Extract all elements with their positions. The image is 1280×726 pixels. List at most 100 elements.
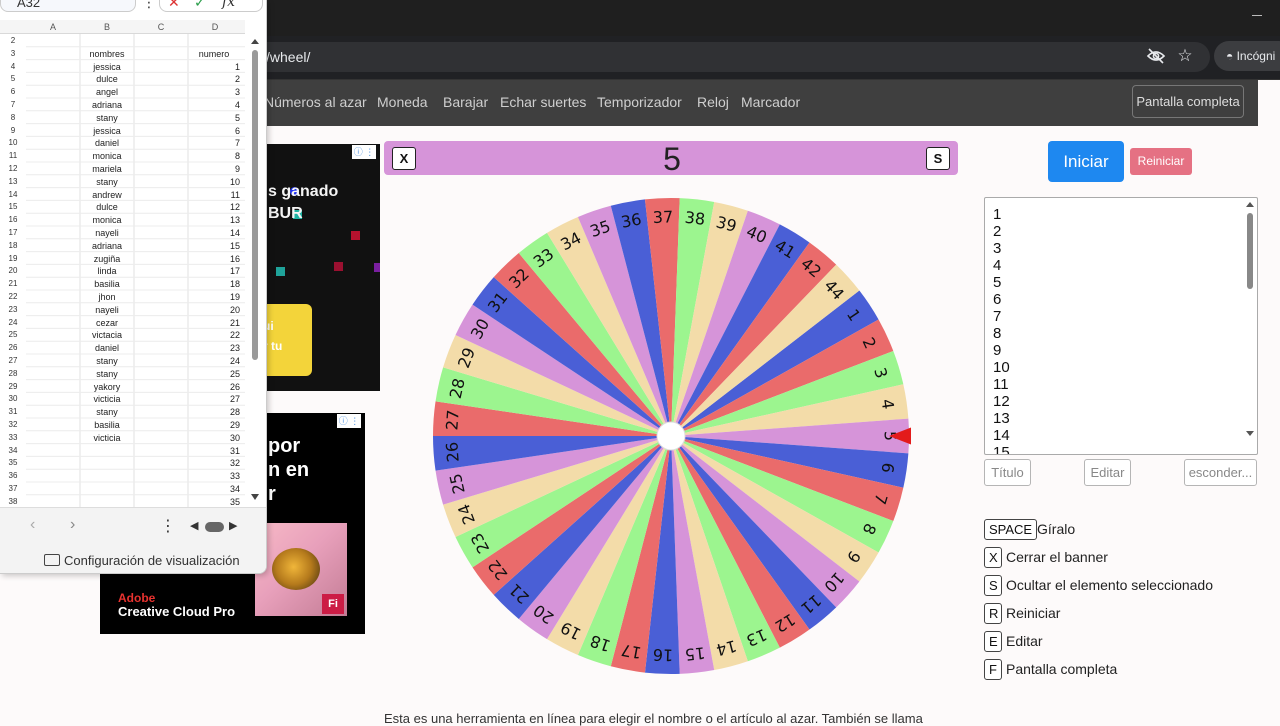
cell-numero[interactable]: 3	[188, 86, 242, 99]
cell-nombre[interactable]: daniel	[26, 137, 188, 150]
row-number[interactable]: 6	[0, 86, 26, 99]
cell-nombre[interactable]: basilia	[26, 419, 188, 432]
column-header-a[interactable]: A	[26, 21, 80, 33]
cell-nombre[interactable]: stany	[26, 368, 188, 381]
fullscreen-button[interactable]: Pantalla completa	[1132, 85, 1244, 118]
row-number[interactable]: 25	[0, 329, 26, 342]
cell-nombre[interactable]: yakory	[26, 381, 188, 394]
cell-numero[interactable]: 11	[188, 189, 242, 202]
hide-button[interactable]: esconder...	[1184, 459, 1257, 486]
nav-link-moneda[interactable]: Moneda	[377, 93, 428, 111]
row-number[interactable]: 30	[0, 393, 26, 406]
row-number[interactable]: 37	[0, 483, 26, 496]
confirm-icon[interactable]: ✓	[194, 0, 206, 11]
formula-bar[interactable]: ✕ ✓ fx	[159, 0, 263, 12]
row-number[interactable]: 22	[0, 291, 26, 304]
items-textarea[interactable]: 1 2 3 4 5 6 7 8 9 10 11 12 13 14 15	[984, 197, 1258, 455]
row-number[interactable]: 21	[0, 278, 26, 291]
cell-numero[interactable]: 19	[188, 291, 242, 304]
cell-numero[interactable]: 22	[188, 329, 242, 342]
cell-nombre[interactable]: victicia	[26, 393, 188, 406]
url-text[interactable]: /wheel/	[266, 48, 310, 66]
row-number[interactable]: 36	[0, 470, 26, 483]
nav-link-numeros[interactable]: Números al azar	[264, 93, 367, 111]
scroll-left-icon[interactable]: ◀	[190, 519, 198, 532]
cell-numero[interactable]: 2	[188, 73, 242, 86]
cell-numero[interactable]: 7	[188, 137, 242, 150]
cell-numero[interactable]: 4	[188, 99, 242, 112]
cell-nombre[interactable]: stany	[26, 355, 188, 368]
row-number[interactable]: 10	[0, 137, 26, 150]
spin-wheel[interactable]: 1234567891011121314151617181920212223242…	[431, 196, 911, 676]
cell-nombre[interactable]: basilia	[26, 278, 188, 291]
cell-numero[interactable]: 27	[188, 393, 242, 406]
row-number[interactable]: 17	[0, 227, 26, 240]
column-header-c[interactable]: C	[134, 21, 188, 33]
minimize-icon[interactable]	[1252, 15, 1262, 16]
start-button[interactable]: Iniciar	[1048, 141, 1124, 182]
incognito-badge[interactable]: ◓ Incógni	[1214, 41, 1280, 71]
row-number[interactable]: 8	[0, 112, 26, 125]
row-number[interactable]: 13	[0, 176, 26, 189]
header-cell-nombres[interactable]: nombres	[26, 48, 188, 61]
row-number[interactable]: 19	[0, 253, 26, 266]
cell-numero[interactable]: 16	[188, 253, 242, 266]
row-number[interactable]: 12	[0, 163, 26, 176]
nav-link-echar-suertes[interactable]: Echar suertes	[500, 93, 586, 111]
row-number[interactable]: 4	[0, 61, 26, 74]
row-number[interactable]: 34	[0, 445, 26, 458]
cell-numero[interactable]: 34	[188, 483, 242, 496]
cell-nombre[interactable]: mariela	[26, 163, 188, 176]
cell-nombre[interactable]: monica	[26, 214, 188, 227]
cell-nombre[interactable]: stany	[26, 406, 188, 419]
row-number[interactable]: 33	[0, 432, 26, 445]
row-number[interactable]: 2	[0, 35, 26, 48]
nav-link-temporizador[interactable]: Temporizador	[597, 93, 682, 111]
cell-numero[interactable]: 28	[188, 406, 242, 419]
address-bar[interactable]	[190, 42, 1210, 72]
row-number[interactable]: 5	[0, 73, 26, 86]
bookmark-star-icon[interactable]: ☆	[1175, 46, 1195, 66]
row-number[interactable]: 15	[0, 201, 26, 214]
row-number[interactable]: 7	[0, 99, 26, 112]
next-sheet-icon[interactable]: ›	[70, 516, 75, 534]
cell-nombre[interactable]: jhon	[26, 291, 188, 304]
cell-numero[interactable]: 14	[188, 227, 242, 240]
edit-button[interactable]: Editar	[1084, 459, 1131, 486]
eye-off-icon[interactable]	[1146, 47, 1166, 65]
cell-nombre[interactable]: zugiña	[26, 253, 188, 266]
cell-nombre[interactable]: jessica	[26, 125, 188, 138]
row-number[interactable]: 18	[0, 240, 26, 253]
cell-numero[interactable]: 23	[188, 342, 242, 355]
ad-info-icon[interactable]: ⓘ ⋮	[352, 145, 376, 159]
row-number[interactable]: 16	[0, 214, 26, 227]
cell-numero[interactable]: 25	[188, 368, 242, 381]
prev-sheet-icon[interactable]: ‹	[30, 516, 35, 534]
cell-nombre[interactable]: adriana	[26, 99, 188, 112]
sheet-scrollbar[interactable]	[250, 34, 260, 506]
row-number[interactable]: 24	[0, 317, 26, 330]
nav-link-reloj[interactable]: Reloj	[697, 93, 729, 111]
items-scrollbar[interactable]	[1244, 199, 1256, 453]
ad-info-icon[interactable]: ⓘ ⋮	[337, 414, 361, 428]
cell-nombre[interactable]: daniel	[26, 342, 188, 355]
cell-nombre[interactable]: cezar	[26, 317, 188, 330]
cancel-icon[interactable]: ✕	[168, 0, 180, 11]
cell-numero[interactable]: 31	[188, 445, 242, 458]
row-number[interactable]: 11	[0, 150, 26, 163]
cell-nombre[interactable]: linda	[26, 265, 188, 278]
cell-nombre[interactable]: nayeli	[26, 227, 188, 240]
display-settings-button[interactable]: Configuración de visualización	[44, 552, 240, 569]
cell-nombre[interactable]: angel	[26, 86, 188, 99]
more-vert-icon[interactable]: ⋮	[160, 516, 176, 536]
cell-numero[interactable]: 9	[188, 163, 242, 176]
row-number[interactable]: 29	[0, 381, 26, 394]
more-vert-icon[interactable]: ⋮	[142, 0, 156, 11]
row-number[interactable]: 35	[0, 457, 26, 470]
row-number[interactable]: 23	[0, 304, 26, 317]
cell-numero[interactable]: 29	[188, 419, 242, 432]
cell-numero[interactable]: 1	[188, 61, 242, 74]
cell-numero[interactable]: 15	[188, 240, 242, 253]
name-box[interactable]: A32	[0, 0, 136, 12]
row-number[interactable]: 32	[0, 419, 26, 432]
